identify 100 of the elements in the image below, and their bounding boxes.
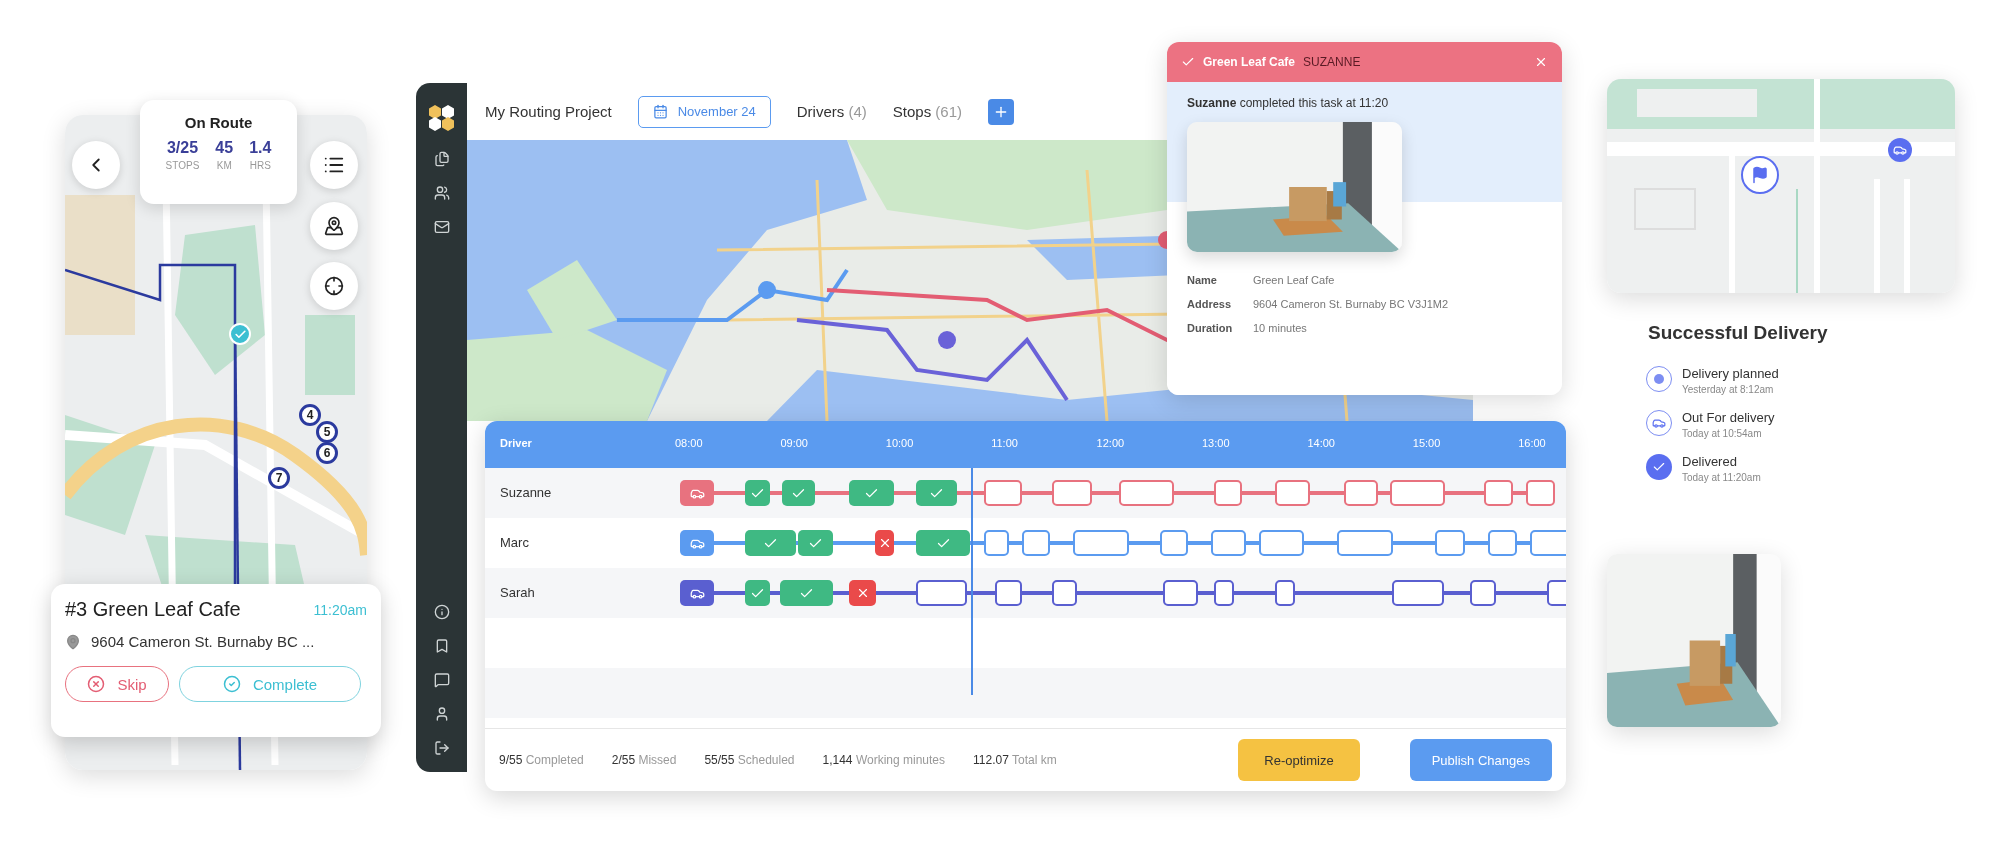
column-header: Driver bbox=[500, 437, 532, 449]
completed-stop[interactable] bbox=[916, 530, 970, 556]
planned-stop[interactable] bbox=[1052, 580, 1077, 606]
logo-icon[interactable] bbox=[426, 103, 457, 133]
planned-stop[interactable] bbox=[1470, 580, 1496, 606]
mail-icon[interactable] bbox=[433, 219, 450, 235]
car-icon bbox=[1646, 410, 1672, 436]
completed-stop[interactable] bbox=[849, 480, 894, 506]
hour-label: 15:00 bbox=[1412, 437, 1441, 449]
summary-stat: 55/55 Scheduled bbox=[704, 753, 795, 767]
planned-stop[interactable] bbox=[1160, 530, 1188, 556]
skip-button[interactable]: Skip bbox=[65, 666, 169, 702]
check-icon bbox=[233, 327, 247, 341]
planned-stop[interactable] bbox=[1022, 530, 1050, 556]
check-icon bbox=[1181, 55, 1195, 69]
planned-stop[interactable] bbox=[1526, 480, 1555, 506]
tab[interactable]: Stops (61) bbox=[892, 103, 962, 120]
planned-stop[interactable] bbox=[1488, 530, 1517, 556]
summary-stat: 9/55 Completed bbox=[499, 753, 584, 767]
planned-stop[interactable] bbox=[1163, 580, 1198, 606]
planned-stop[interactable] bbox=[1052, 480, 1092, 506]
planned-stop[interactable] bbox=[1337, 530, 1393, 556]
tab[interactable]: Drivers (4) bbox=[796, 103, 867, 120]
hour-label: 14:00 bbox=[1307, 437, 1335, 449]
step-label: Delivered bbox=[1682, 454, 1738, 469]
people-icon[interactable] bbox=[433, 185, 450, 201]
stat-value: 45 bbox=[215, 139, 234, 157]
car-icon bbox=[1893, 143, 1907, 157]
detail-value: 9604 Cameron St. Burnaby BC V3J1M2 bbox=[1253, 298, 1450, 310]
close-button[interactable] bbox=[1534, 55, 1548, 69]
stat-label: STOPS bbox=[165, 160, 200, 171]
status-title: On Route bbox=[184, 114, 253, 131]
missed-stop[interactable] bbox=[849, 580, 876, 606]
planned-stop[interactable] bbox=[1073, 530, 1129, 556]
completed-stop[interactable] bbox=[916, 480, 957, 506]
check-circle-icon bbox=[222, 675, 241, 693]
completed-stop[interactable] bbox=[745, 530, 796, 556]
popup-title: Green Leaf Cafe bbox=[1203, 55, 1296, 69]
stat-label: HRS bbox=[249, 160, 271, 171]
tracking-title: Successful Delivery bbox=[1648, 322, 1828, 344]
summary-stat: 1,144 Working minutes bbox=[822, 753, 946, 767]
planned-stop[interactable] bbox=[1275, 480, 1310, 506]
planned-stop[interactable] bbox=[916, 580, 967, 606]
planned-stop[interactable] bbox=[1530, 530, 1566, 556]
planned-stop[interactable] bbox=[1484, 480, 1513, 506]
summary-stat: 112.07 Total km bbox=[973, 753, 1057, 767]
completion-message: Suzanne completed this task at 11:20 bbox=[1187, 96, 1390, 110]
step-label: Out For delivery bbox=[1682, 410, 1775, 425]
reoptimize-button[interactable]: Re-optimize bbox=[1238, 739, 1360, 781]
hour-label: 09:00 bbox=[780, 437, 808, 449]
vehicle-marker[interactable] bbox=[680, 580, 714, 606]
completed-stop[interactable] bbox=[782, 480, 815, 506]
driver-name: Sarah bbox=[500, 585, 535, 600]
logout-icon[interactable] bbox=[433, 740, 450, 756]
step-time: Yesterday at 8:12am bbox=[1682, 384, 1775, 395]
driver-name: Suzanne bbox=[500, 485, 552, 500]
info-icon[interactable] bbox=[433, 604, 450, 620]
detail-label: Address bbox=[1187, 298, 1233, 310]
missed-stop[interactable] bbox=[875, 530, 894, 556]
task-time: 11:20am bbox=[313, 601, 367, 618]
stat-value: 3/25 bbox=[166, 139, 199, 157]
project-title: My Routing Project bbox=[485, 103, 612, 120]
step-label: Delivery planned bbox=[1682, 366, 1779, 381]
cross-circle-icon bbox=[87, 675, 106, 693]
planned-stop[interactable] bbox=[1390, 480, 1445, 506]
hour-label: 11:00 bbox=[991, 437, 1018, 449]
hour-label: 16:00 bbox=[1518, 437, 1546, 449]
step-time: Today at 11:20am bbox=[1682, 472, 1761, 483]
check-icon bbox=[1646, 454, 1672, 480]
flag-icon bbox=[1751, 166, 1769, 184]
chat-icon[interactable] bbox=[433, 672, 450, 688]
planned-stop[interactable] bbox=[1275, 580, 1295, 606]
planned-stop[interactable] bbox=[984, 480, 1022, 506]
planned-stop[interactable] bbox=[1435, 530, 1465, 556]
planned-stop[interactable] bbox=[1344, 480, 1378, 506]
completed-stop[interactable] bbox=[745, 480, 770, 506]
vehicle-marker[interactable] bbox=[680, 530, 714, 556]
driver-name: SUZANNE bbox=[1303, 55, 1361, 69]
step-time: Today at 10:54am bbox=[1682, 428, 1763, 439]
planned-stop[interactable] bbox=[1214, 580, 1234, 606]
summary-stat: 2/55 Missed bbox=[611, 753, 677, 767]
planned-stop[interactable] bbox=[1214, 480, 1242, 506]
vehicle-marker[interactable] bbox=[680, 480, 714, 506]
planned-stop[interactable] bbox=[1392, 580, 1444, 606]
completed-stop[interactable] bbox=[780, 580, 833, 606]
detail-label: Name bbox=[1187, 274, 1218, 286]
hour-label: 10:00 bbox=[885, 437, 914, 449]
planned-stop[interactable] bbox=[984, 530, 1009, 556]
planned-stop[interactable] bbox=[1119, 480, 1174, 506]
close-icon bbox=[1534, 55, 1548, 69]
detail-label: Duration bbox=[1187, 322, 1234, 334]
add-button[interactable] bbox=[988, 98, 1014, 125]
planned-stop[interactable] bbox=[1211, 530, 1246, 556]
completed-stop[interactable] bbox=[798, 530, 833, 556]
detail-value: 10 minutes bbox=[1253, 322, 1308, 334]
date-button[interactable]: November 24 bbox=[637, 95, 771, 128]
planned-stop[interactable] bbox=[1259, 530, 1304, 556]
planned-stop[interactable] bbox=[995, 580, 1022, 606]
completed-stop[interactable] bbox=[745, 580, 770, 606]
documents-icon[interactable] bbox=[433, 151, 450, 167]
